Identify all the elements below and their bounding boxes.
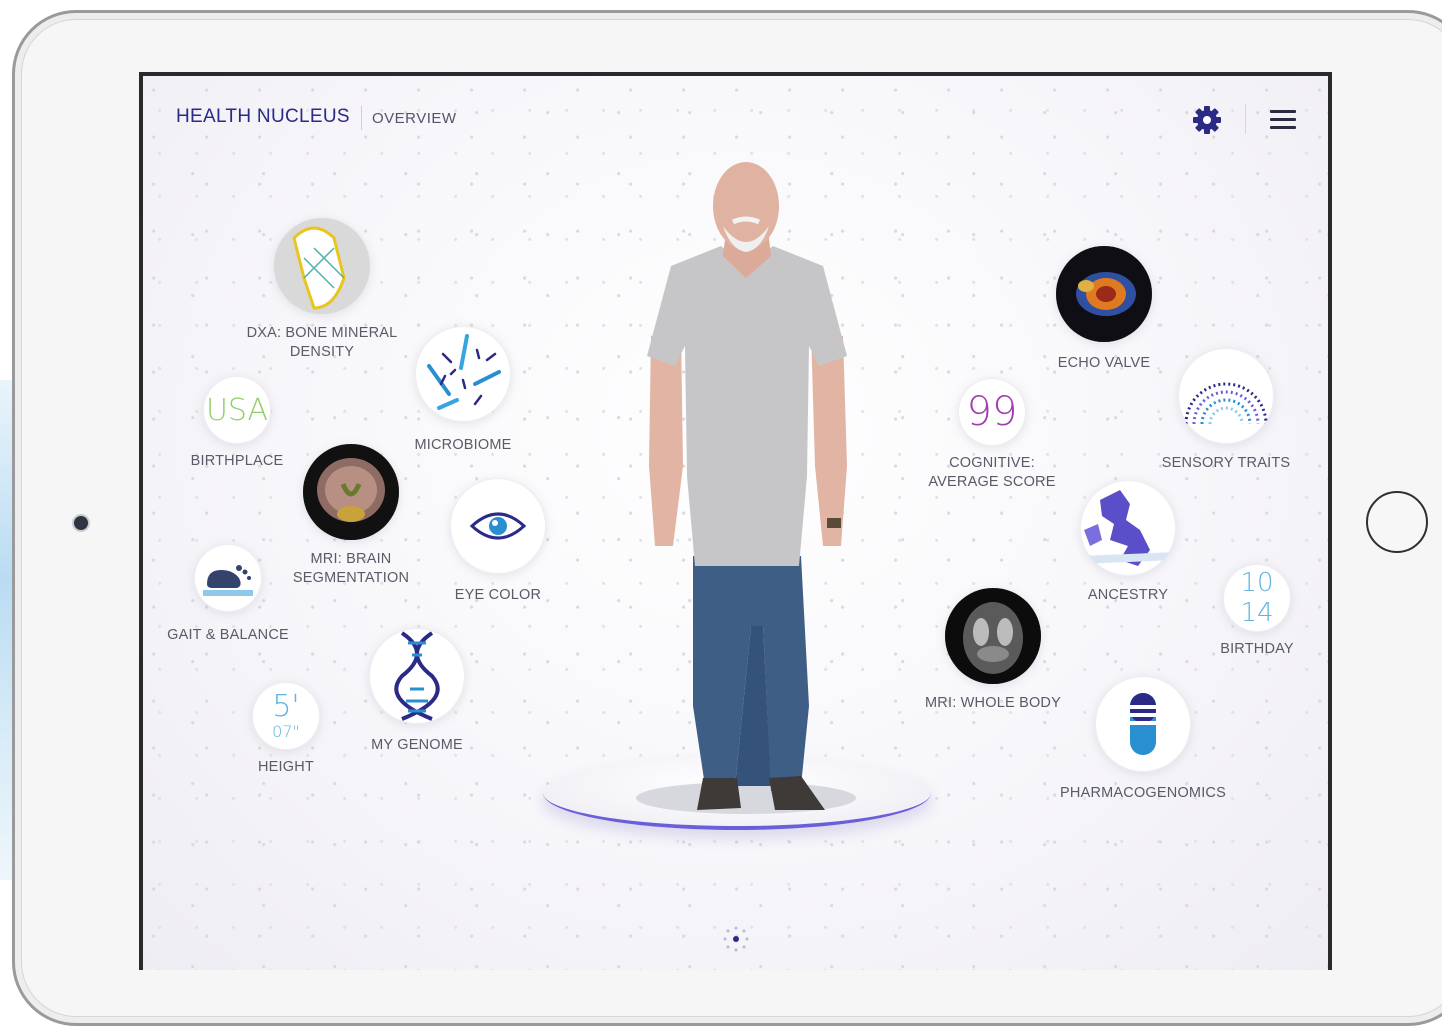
page-title: OVERVIEW: [372, 110, 457, 127]
microbiome-icon-circle: [415, 326, 511, 422]
metric-label: HEIGHT: [258, 759, 314, 775]
gait-icon-circle: [194, 544, 262, 612]
foot-icon: [203, 565, 253, 596]
metric-label: SENSORY TRAITS: [1161, 455, 1291, 471]
metric-label: GAIT & BALANCE: [167, 627, 289, 643]
brand-logo[interactable]: HEALTH NUCLEUS: [176, 106, 350, 128]
hamburger-line: [1270, 126, 1296, 129]
gear-icon: [1193, 106, 1221, 134]
bacteria-icon: [427, 334, 501, 410]
dna-icon: [394, 631, 440, 721]
page-indicator[interactable]: [721, 924, 751, 954]
metric-birthday[interactable]: 10 14 BIRTHDAY: [1209, 564, 1305, 659]
metric-echo-valve[interactable]: ECHO VALVE: [1039, 246, 1169, 373]
menu-button[interactable]: [1265, 104, 1299, 136]
hamburger-menu-icon: [1270, 110, 1296, 113]
metric-dxa-bone-density[interactable]: DXA: BONE MINERAL DENSITY: [222, 218, 422, 362]
metric-birthplace[interactable]: USA BIRTHPLACE: [185, 376, 289, 471]
birthday-circle: 10 14: [1223, 564, 1291, 632]
birthplace-circle: USA: [203, 376, 271, 444]
brain-icon: [303, 444, 399, 540]
height-circle: 5' 07": [252, 682, 320, 750]
metric-pharmacogenomics[interactable]: PHARMACOGENOMICS: [1043, 676, 1243, 803]
brain-scan-image: [303, 444, 399, 540]
metric-cognitive[interactable]: 99 COGNITIVE: AVERAGE SCORE: [917, 378, 1067, 492]
birthday-day: 14: [1240, 598, 1274, 628]
map-icon: [1080, 490, 1176, 566]
genome-icon-circle: [369, 628, 465, 724]
metric-label: EYE COLOR: [454, 587, 542, 603]
birthplace-value: USA: [205, 392, 269, 428]
cognitive-circle: 99: [958, 378, 1026, 446]
metric-label: PHARMACOGENOMICS: [1060, 785, 1226, 801]
pharma-icon-circle: [1095, 676, 1191, 772]
cognitive-value: 99: [966, 389, 1018, 435]
metric-label: COGNITIVE: AVERAGE SCORE: [928, 455, 1056, 490]
height-feet: 5': [272, 689, 300, 724]
ancestry-map-circle: [1080, 480, 1176, 576]
metric-label: BIRTHPLACE: [190, 453, 284, 469]
metric-gait-balance[interactable]: GAIT & BALANCE: [163, 544, 293, 645]
eye-icon: [469, 512, 527, 540]
sensory-icon-circle: [1178, 348, 1274, 444]
settings-button[interactable]: [1190, 103, 1224, 137]
metric-ancestry[interactable]: ANCESTRY: [1065, 480, 1191, 605]
metric-eye-color[interactable]: EYE COLOR: [439, 478, 557, 605]
height-inches: 07": [272, 722, 300, 741]
header-divider: [361, 106, 362, 130]
birthday-month: 10: [1240, 568, 1274, 598]
bone-scan-image: [274, 218, 370, 314]
metric-mri-brain[interactable]: MRI: BRAIN SEGMENTATION: [277, 444, 425, 588]
metric-label: DXA: BONE MINERAL DENSITY: [246, 325, 398, 360]
eye-icon-circle: [450, 478, 546, 574]
metric-microbiome[interactable]: MICROBIOME: [398, 326, 528, 455]
metric-label: MRI: BRAIN SEGMENTATION: [292, 551, 410, 586]
body-scan-image: [945, 588, 1041, 684]
bone-icon: [274, 218, 370, 314]
metric-label: BIRTHDAY: [1220, 641, 1294, 657]
heart-echo-icon: [1056, 246, 1152, 342]
echo-image: [1056, 246, 1152, 342]
metric-sensory-traits[interactable]: SENSORY TRAITS: [1151, 348, 1301, 473]
pill-icon: [1130, 693, 1156, 755]
home-button[interactable]: [1366, 491, 1428, 553]
metric-label: ECHO VALVE: [1057, 355, 1151, 371]
metric-height[interactable]: 5' 07" HEIGHT: [241, 682, 331, 777]
camera-icon: [72, 514, 90, 532]
hamburger-line: [1270, 118, 1296, 121]
metric-my-genome[interactable]: MY GENOME: [353, 628, 481, 755]
avatar-3d-model[interactable]: [611, 146, 881, 836]
metric-label: MY GENOME: [371, 737, 463, 753]
sensory-waves-icon: [1184, 382, 1268, 425]
app-screen: HEALTH NUCLEUS OVERVIEW DXA: BONE MINERA…: [139, 72, 1332, 970]
metric-label: ANCESTRY: [1087, 587, 1169, 603]
body-mri-icon: [945, 588, 1041, 684]
header-divider-right: [1245, 104, 1246, 134]
